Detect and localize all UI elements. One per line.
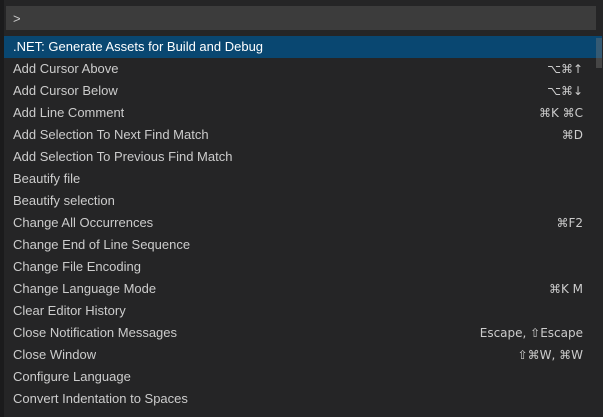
command-item[interactable]: Add Cursor Above ⌥⌘↑ (4, 58, 602, 80)
keybinding-label: ⌘K ⌘C (538, 106, 583, 120)
command-label: Configure Language (13, 369, 131, 384)
command-list: .NET: Generate Assets for Build and Debu… (4, 36, 602, 410)
command-item[interactable]: .NET: Generate Assets for Build and Debu… (4, 36, 602, 58)
command-label: Add Line Comment (13, 105, 125, 120)
command-label: Add Selection To Next Find Match (13, 127, 209, 142)
command-label: Convert Indentation to Spaces (13, 391, 188, 406)
command-input-box[interactable] (6, 6, 596, 30)
command-item[interactable]: Change File Encoding (4, 256, 602, 278)
keybinding-label: ⇧⌘W, ⌘W (517, 348, 583, 362)
command-label: Add Selection To Previous Find Match (13, 149, 233, 164)
command-item[interactable]: Add Line Comment ⌘K ⌘C (4, 102, 602, 124)
command-label: Close Window (13, 347, 97, 362)
command-label: Change End of Line Sequence (13, 237, 191, 252)
keybinding-label: Escape, ⇧Escape (479, 326, 583, 340)
command-item[interactable]: Add Cursor Below ⌥⌘↓ (4, 80, 602, 102)
command-item[interactable]: Change End of Line Sequence (4, 234, 602, 256)
command-palette: .NET: Generate Assets for Build and Debu… (0, 0, 603, 417)
command-item[interactable]: Beautify file (4, 168, 602, 190)
command-item[interactable]: Change All Occurrences ⌘F2 (4, 212, 602, 234)
command-item[interactable]: Convert Indentation to Spaces (4, 388, 602, 410)
command-input[interactable] (7, 7, 595, 29)
scrollbar[interactable] (594, 36, 603, 417)
command-item[interactable]: Change Language Mode ⌘K M (4, 278, 602, 300)
keybinding-label: ⌘F2 (556, 216, 583, 230)
command-label: Add Cursor Below (13, 83, 118, 98)
command-label: Beautify selection (13, 193, 115, 208)
command-label: Add Cursor Above (13, 61, 119, 76)
command-item[interactable]: Clear Editor History (4, 300, 602, 322)
scrollbar-thumb[interactable] (596, 38, 602, 68)
command-label: Beautify file (13, 171, 81, 186)
keybinding-label: ⌥⌘↓ (547, 84, 583, 98)
command-label: .NET: Generate Assets for Build and Debu… (13, 39, 264, 54)
command-label: Close Notification Messages (13, 325, 178, 340)
command-label: Change File Encoding (13, 259, 141, 274)
command-item[interactable]: Configure Language (4, 366, 602, 388)
keybinding-label: ⌥⌘↑ (547, 62, 583, 76)
keybinding-label: ⌘K M (548, 282, 583, 296)
command-item[interactable]: Add Selection To Next Find Match ⌘D (4, 124, 602, 146)
command-label: Clear Editor History (13, 303, 126, 318)
command-label: Change Language Mode (13, 281, 157, 296)
keybinding-label: ⌘D (561, 128, 583, 142)
command-item[interactable]: Close Window ⇧⌘W, ⌘W (4, 344, 602, 366)
command-item[interactable]: Beautify selection (4, 190, 602, 212)
command-label: Change All Occurrences (13, 215, 154, 230)
command-item[interactable]: Close Notification Messages Escape, ⇧Esca… (4, 322, 602, 344)
command-item[interactable]: Add Selection To Previous Find Match (4, 146, 602, 168)
